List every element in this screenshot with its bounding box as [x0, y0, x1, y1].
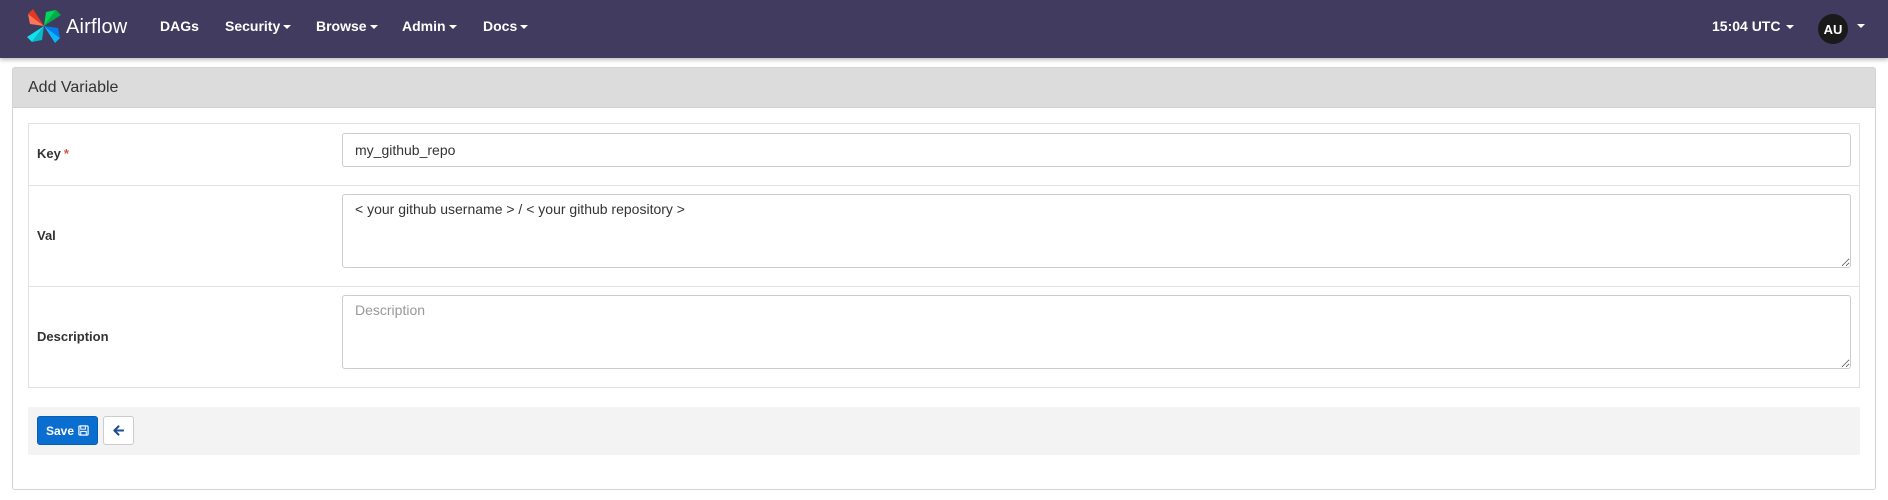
- user-avatar[interactable]: AU: [1818, 14, 1848, 44]
- top-navbar: Airflow DAGs Security Browse Admin Docs …: [0, 0, 1888, 58]
- avatar-initials: AU: [1823, 21, 1843, 37]
- user-menu-chevron-down-icon[interactable]: [1857, 24, 1865, 28]
- brand-name[interactable]: Airflow: [66, 16, 127, 39]
- form-row-key: Key *: [29, 124, 1859, 185]
- arrow-left-icon: [113, 425, 124, 436]
- chevron-down-icon: [520, 25, 529, 30]
- val-label-text: Val: [37, 228, 56, 243]
- description-textarea[interactable]: [342, 295, 1851, 369]
- chevron-down-icon: [1786, 25, 1795, 30]
- panel-heading: Add Variable: [13, 68, 1875, 108]
- required-mark: *: [63, 146, 69, 161]
- nav-dags[interactable]: DAGs: [160, 18, 199, 34]
- key-label-text: Key: [37, 146, 61, 161]
- chevron-down-icon: [369, 25, 378, 30]
- timezone-dropdown[interactable]: 15:04 UTC: [1712, 18, 1795, 34]
- key-input[interactable]: [342, 133, 1851, 167]
- floppy-disk-icon: [78, 425, 89, 436]
- form-actions: Save: [28, 407, 1860, 455]
- form-row-description: Description: [29, 286, 1859, 387]
- nav-docs[interactable]: Docs: [483, 18, 529, 34]
- add-variable-panel: Add Variable Key* Val < your github user…: [12, 67, 1876, 490]
- nav-docs-label: Docs: [483, 18, 518, 34]
- save-button-label: Save: [45, 423, 75, 438]
- nav-browse[interactable]: Browse: [316, 18, 378, 34]
- key-label: Key *: [37, 146, 69, 161]
- page-title: Add Variable: [28, 78, 119, 96]
- form-row-val: Val < your github username > / < your gi…: [29, 185, 1859, 286]
- nav-dags-label: DAGs: [160, 18, 199, 34]
- description-label-text: Description: [37, 329, 109, 344]
- val-textarea[interactable]: < your github username > / < your github…: [342, 194, 1851, 268]
- save-button[interactable]: Save: [37, 416, 98, 445]
- brand-link[interactable]: Airflow: [24, 6, 127, 46]
- nav-security-label: Security: [225, 18, 281, 34]
- description-label: Description: [37, 329, 109, 344]
- chevron-down-icon: [283, 25, 292, 30]
- val-label: Val: [37, 228, 56, 243]
- back-button[interactable]: [103, 416, 134, 445]
- nav-browse-label: Browse: [316, 18, 367, 34]
- nav-security[interactable]: Security: [225, 18, 292, 34]
- nav-admin[interactable]: Admin: [402, 18, 457, 34]
- current-time: 15:04 UTC: [1712, 18, 1781, 34]
- nav-admin-label: Admin: [402, 18, 446, 34]
- airflow-logo-icon: [27, 9, 61, 43]
- chevron-down-icon: [448, 25, 457, 30]
- variable-form: Key* Val < your github username > / < yo…: [28, 123, 1860, 388]
